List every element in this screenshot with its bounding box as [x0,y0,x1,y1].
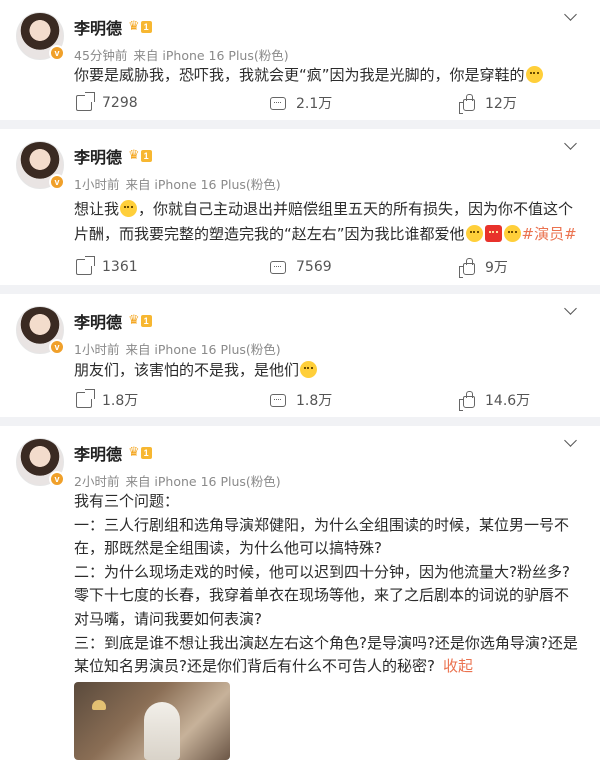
chevron-down-icon[interactable] [564,10,578,24]
love-emoji-icon [465,225,483,242]
post-source: 来自 iPhone 16 Plus(粉色) [125,177,281,192]
post-source: 来自 iPhone 16 Plus(粉色) [125,342,281,357]
verified-badge-icon: v [49,174,65,190]
post-header: v 李明德 ♛ 1 1小时前 来自 iPhone 16 Plus(粉色) [16,141,281,193]
chevron-down-icon[interactable] [564,436,578,450]
text-line: 一：三人行剧组和选角导演郑健阳，为什么全组围读的时候，某位男一号不在，那既然是全… [74,515,570,558]
share-icon [76,389,95,408]
like-button[interactable]: 14.6万 [459,390,530,411]
post-image[interactable] [74,682,230,760]
avatar[interactable]: v [16,306,65,355]
chevron-down-icon[interactable] [564,304,578,318]
member-crown-icon: ♛ 1 [128,314,152,328]
post-time: 1小时前 [74,342,120,357]
username[interactable]: 李明德 [74,309,122,333]
text-line: 二：为什么现场走戏的时候，他可以迟到四十分钟，因为他流量大?粉丝多?零下十七度的… [74,562,570,628]
post-time: 2小时前 [74,474,120,489]
verified-badge-icon: v [49,339,65,355]
like-button[interactable]: 12万 [459,93,517,114]
comment-icon [270,393,286,407]
smile-emoji-icon [300,361,318,378]
chevron-down-icon[interactable] [564,139,578,153]
member-crown-icon: ♛ 1 [128,20,152,34]
gift-emoji-icon [484,225,502,242]
post-time: 1小时前 [74,177,120,192]
post-text: 朋友们，该害怕的不是我，是他们 [74,358,580,383]
member-crown-icon: ♛ 1 [128,149,152,163]
username[interactable]: 李明德 [74,15,122,39]
post-text: 想让我 ，你就自己主动退出并赔偿组里五天的所有损失，因为你不值这个片酬，而我要完整… [74,200,577,243]
post-actions: 1361 7569 9万 [76,256,600,278]
awkward-emoji-icon [120,200,138,217]
lamp-shape [92,700,106,710]
post-card: v 李明德 ♛ 1 1小时前 来自 iPhone 16 Plus(粉色) 朋友们，该… [0,294,600,417]
share-icon [76,92,95,111]
thumbs-up-icon [459,390,475,411]
username[interactable]: 李明德 [74,441,122,465]
thumbs-up-icon [459,257,475,278]
like-button[interactable]: 9万 [459,257,508,278]
text-line: 三：到底是谁不想让我出演赵左右这个角色?是导演吗?还是你选角导演?还是某位知名男… [74,633,578,676]
post-card: v 李明德 ♛ 1 45分钟前 来自 iPhone 16 Plus(粉色) 你要是威… [0,0,600,120]
comment-icon [270,260,286,274]
verified-badge-icon: v [49,471,65,487]
share-icon [76,256,95,275]
repost-button[interactable]: 1.8万 [76,389,270,410]
post-source: 来自 iPhone 16 Plus(粉色) [133,48,289,63]
weibo-feed: v 李明德 ♛ 1 45分钟前 来自 iPhone 16 Plus(粉色) 你要是威… [0,0,600,760]
comment-button[interactable]: 1.8万 [270,390,461,410]
comment-button[interactable]: 2.1万 [270,93,461,113]
topic-link[interactable]: #演员# [522,225,577,243]
post-text: 你要是威胁我，恐吓我，我就会更“疯”因为我是光脚的，你是穿鞋的 [74,63,580,88]
repost-button[interactable]: 1361 [76,256,270,277]
collapse-link[interactable]: 收起 [443,657,473,675]
thumbs-up-icon [459,93,475,114]
post-header: v 李明德 ♛ 1 45分钟前 来自 iPhone 16 Plus(粉色) [16,12,289,64]
post-time: 45分钟前 [74,48,128,63]
post-text: 我有三个问题： 一：三人行剧组和选角导演郑健阳，为什么全组围读的时候，某位男一号… [74,490,580,679]
avatar[interactable]: v [16,141,65,190]
post-actions: 1.8万 1.8万 14.6万 [76,389,600,411]
repost-button[interactable]: 7298 [76,92,270,113]
cheer-emoji-icon [503,225,521,242]
smile-emoji-icon [525,66,543,83]
member-crown-icon: ♛ 1 [128,446,152,460]
post-header: v 李明德 ♛ 1 1小时前 来自 iPhone 16 Plus(粉色) [16,306,281,358]
username[interactable]: 李明德 [74,144,122,168]
avatar[interactable]: v [16,12,65,61]
person-shape [144,702,180,760]
post-source: 来自 iPhone 16 Plus(粉色) [125,474,281,489]
comment-button[interactable]: 7569 [270,257,461,277]
post-header: v 李明德 ♛ 1 2小时前 来自 iPhone 16 Plus(粉色) [16,438,281,490]
text-line: 我有三个问题： [74,492,180,510]
avatar[interactable]: v [16,438,65,487]
comment-icon [270,96,286,110]
post-card: v 李明德 ♛ 1 1小时前 来自 iPhone 16 Plus(粉色) 想让我 ，你… [0,129,600,285]
post-actions: 7298 2.1万 12万 [76,92,600,114]
verified-badge-icon: v [49,45,65,61]
